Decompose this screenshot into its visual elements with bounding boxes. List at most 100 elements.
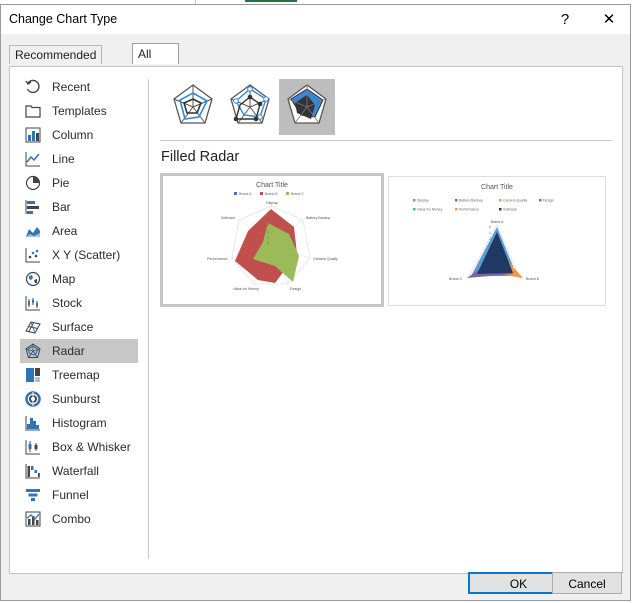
axis-label: Display	[266, 201, 278, 205]
legend-label: Camera Quality	[503, 199, 528, 203]
legend-label: Brand C	[291, 192, 304, 196]
close-button[interactable]: ✕	[598, 9, 620, 31]
legend-label: Display	[417, 199, 429, 203]
axis-label: Brand B	[526, 277, 540, 281]
scale-label: 2	[489, 237, 491, 241]
subtype-radar[interactable]	[165, 79, 221, 135]
sidebar-item-label: Templates	[52, 104, 107, 118]
treemap-chart-icon	[26, 368, 40, 382]
sidebar-item-area[interactable]: Area	[20, 219, 138, 243]
sidebar-item-label: Sunburst	[52, 392, 101, 406]
radar-chart-icon	[25, 343, 41, 358]
sidebar-item-sunburst[interactable]: Sunburst	[20, 387, 138, 411]
sidebar-item-histogram[interactable]: Histogram	[20, 411, 138, 435]
histogram-chart-icon	[25, 416, 40, 431]
subtype-filled-radar[interactable]	[279, 79, 335, 135]
legend-swatch-2	[260, 192, 263, 195]
sidebar-item-bar[interactable]: Bar	[20, 195, 138, 219]
templates-icon	[25, 105, 41, 118]
legend-swatch-4	[539, 199, 542, 202]
change-chart-type-dialog: Change Chart Type ? ✕ Recommended Charts…	[0, 4, 631, 601]
area-chart-icon	[26, 227, 40, 237]
map-chart-icon	[25, 271, 41, 287]
preview-title: Chart Title	[481, 184, 513, 191]
panel-divider	[148, 79, 149, 559]
filled-radar-subtype-icon	[287, 84, 327, 124]
axis-label: Software	[221, 216, 235, 220]
sidebar-item-templates[interactable]: Templates	[20, 99, 138, 123]
combo-chart-icon	[25, 511, 41, 527]
legend-label: Design	[543, 199, 554, 203]
sidebar-item-label: Box & Whisker	[52, 440, 131, 454]
chart-preview-2[interactable]: Chart Title Display Battery Backup Camer…	[388, 176, 606, 306]
sidebar-item-pie[interactable]: Pie	[20, 171, 138, 195]
sidebar-item-radar[interactable]: Radar	[20, 339, 138, 363]
sidebar-item-label: Line	[52, 152, 75, 166]
subtype-radar-with-markers[interactable]	[222, 79, 278, 135]
cancel-button[interactable]: Cancel	[552, 572, 622, 594]
sidebar-item-label: Area	[52, 224, 78, 238]
axis-label: Design	[290, 287, 301, 291]
axis-label: Performance	[207, 257, 228, 261]
scale-label: 4	[489, 231, 491, 235]
funnel-chart-icon	[26, 489, 40, 501]
sidebar-item-funnel[interactable]: Funnel	[20, 483, 138, 507]
sidebar-item-label: Stock	[52, 296, 83, 310]
legend-label: Software	[503, 208, 517, 212]
sidebar-item-treemap[interactable]: Treemap	[20, 363, 138, 387]
scale-label: 4	[267, 230, 269, 234]
scatter-chart-icon	[25, 248, 40, 263]
chart-preview-1[interactable]: Chart Title Brand A Brand B Brand C Disp…	[160, 173, 384, 307]
legend-label: Brand B	[265, 192, 278, 196]
tab-all-charts[interactable]: All Charts	[132, 43, 180, 81]
scale-label: 6	[267, 223, 269, 227]
sidebar-item-stock[interactable]: Stock	[20, 291, 138, 315]
sidebar-item-map[interactable]: Map	[20, 267, 138, 291]
sidebar-item-line[interactable]: Line	[20, 147, 138, 171]
sidebar-item-label: X Y (Scatter)	[52, 248, 121, 262]
tab-recommended-charts[interactable]: Recommended Charts	[9, 45, 103, 80]
legend-swatch-2	[455, 199, 458, 202]
title-bar: Change Chart Type ? ✕	[1, 5, 630, 34]
axis-label: Camera Quality	[313, 257, 338, 261]
legend-swatch-3	[286, 192, 289, 195]
legend-label: Brand A	[239, 192, 252, 196]
sidebar-item-label: Recent	[52, 80, 91, 94]
column-chart-icon	[25, 127, 41, 143]
sidebar-item-label: Column	[52, 128, 94, 142]
line-chart-icon	[25, 152, 40, 167]
axis-label: Brand C	[449, 277, 463, 281]
sidebar-item-recent[interactable]: Recent	[20, 75, 138, 99]
sidebar-item-label: Combo	[52, 512, 91, 526]
preview-1-chart: Chart Title Brand A Brand B Brand C Disp…	[207, 182, 338, 291]
preview-title: Chart Title	[256, 182, 288, 189]
sidebar-item-column[interactable]: Column	[20, 123, 138, 147]
all-charts-panel: Recent Templates Column Line Pie Bar Are…	[9, 66, 623, 574]
section-divider	[160, 140, 612, 141]
sidebar-item-label: Waterfall	[52, 464, 99, 478]
sidebar-item-combo[interactable]: Combo	[20, 507, 138, 531]
sidebar-item-label: Pie	[52, 176, 70, 190]
radar-subtype-icon	[173, 84, 213, 124]
legend-label: Battery Backup	[459, 199, 483, 203]
sidebar-item-scatter[interactable]: X Y (Scatter)	[20, 243, 138, 267]
help-button[interactable]: ?	[554, 9, 576, 31]
waterfall-chart-icon	[25, 464, 40, 479]
axis-label: Value for Money	[233, 287, 259, 291]
sidebar-item-surface[interactable]: Surface	[20, 315, 138, 339]
sidebar-item-box-whisker[interactable]: Box & Whisker	[20, 435, 138, 459]
sidebar-item-label: Funnel	[52, 488, 89, 502]
legend-swatch-1	[413, 199, 416, 202]
legend-swatch-1	[234, 192, 237, 195]
legend-swatch-5	[413, 208, 416, 211]
legend-swatch-3	[499, 199, 502, 202]
scale-label: 0	[267, 242, 269, 246]
legend-label: Value for Money	[417, 208, 442, 212]
scale-label: 0	[489, 243, 491, 247]
bar-chart-icon	[25, 200, 39, 214]
sidebar-item-waterfall[interactable]: Waterfall	[20, 459, 138, 483]
recent-icon	[25, 79, 40, 94]
legend-swatch-7	[499, 208, 502, 211]
sidebar-item-label: Treemap	[52, 368, 100, 382]
surface-chart-icon	[25, 321, 41, 334]
